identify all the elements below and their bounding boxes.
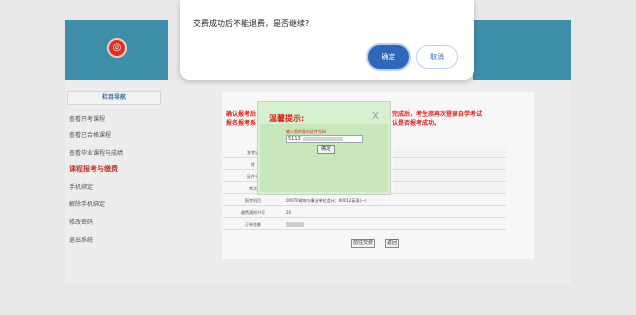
modal-message: 交费成功后不能退费，是否继续? <box>193 19 310 28</box>
pay-button[interactable]: 前往交费 <box>351 239 376 248</box>
sidebar-item-open-courses[interactable]: 查看开考课程 <box>69 114 105 123</box>
notice-left-line2: 报名报考系 <box>226 120 257 127</box>
cancel-button[interactable]: 取消 <box>416 45 458 69</box>
back-button[interactable]: 返回 <box>385 239 400 248</box>
header-banner-right <box>473 20 571 80</box>
row-label: 报考科目 <box>245 198 261 203</box>
row-label: 订单金额 <box>245 222 261 227</box>
ok-button[interactable]: 确定 <box>368 45 409 69</box>
notice-left-line1: 确认报考后 <box>226 111 257 118</box>
table-row: 订单金额 <box>223 219 506 230</box>
sidebar-item-change-password[interactable]: 修改密码 <box>69 217 93 226</box>
id-number-value: 5113 <box>288 136 301 142</box>
notice-right-line2: 认是否报考成功。 <box>392 120 441 127</box>
sidebar-item-unbind-phone[interactable]: 解除手机绑定 <box>69 199 105 208</box>
sidebar-item-registration[interactable]: 课程报考与缴费 <box>69 164 118 174</box>
table-row-right <box>394 147 506 158</box>
table-row: 缴费通知书号 20 <box>223 207 506 218</box>
row-value: 00070政府与事业单位会计；00012英语(一) <box>286 198 367 203</box>
exam-logo-icon: ◎ <box>107 38 127 58</box>
masked-value <box>286 222 304 227</box>
sidebar-item-passed-courses[interactable]: 查看已合格课程 <box>69 130 111 139</box>
table-row-right <box>394 171 506 182</box>
table-row: 报考科目 00070政府与事业单位会计；00012英语(一) <box>223 195 506 206</box>
table-row-right <box>394 183 506 194</box>
tip-dialog-title: 温馨提示: <box>269 114 305 123</box>
sidebar-item-graduation[interactable]: 查看毕业课程与成绩 <box>69 148 123 157</box>
row-label: 缴费通知书号 <box>241 210 265 215</box>
close-icon[interactable]: X <box>372 111 379 122</box>
sidebar-item-bind-phone[interactable]: 手机绑定 <box>69 182 93 191</box>
table-row-right <box>394 159 506 170</box>
tip-confirm-button[interactable]: 确定 <box>317 145 335 154</box>
sidebar-title: 栏目导航 <box>67 91 161 105</box>
sidebar-item-logout[interactable]: 退出系统 <box>69 235 93 244</box>
row-value: 20 <box>286 210 292 215</box>
notice-right-line1: 完成后，考生须再次登录自学考试 <box>392 111 483 118</box>
masked-value <box>303 137 343 141</box>
